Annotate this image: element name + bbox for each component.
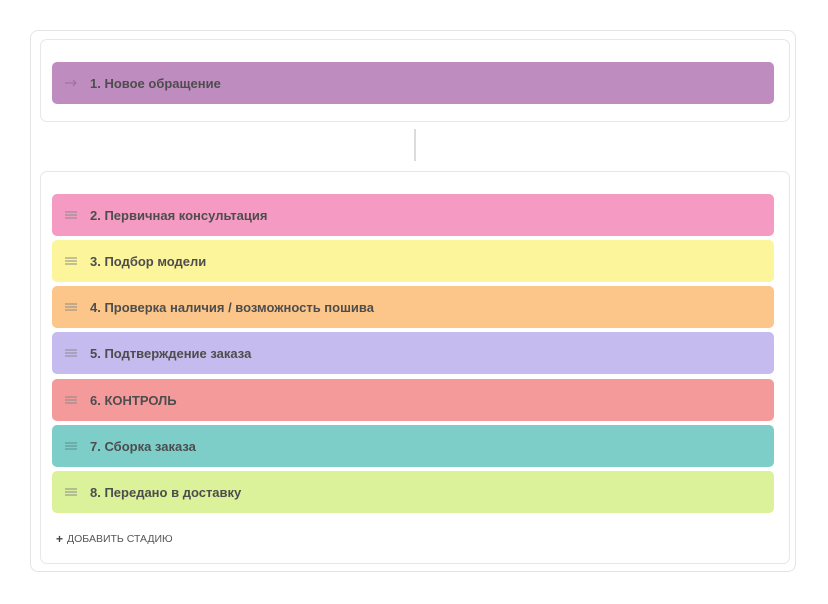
stage-control[interactable]: 6. КОНТРОЛЬ xyxy=(52,379,774,421)
stage-order-confirmation[interactable]: 5. Подтверждение заказа xyxy=(52,332,774,374)
drag-handle-icon[interactable] xyxy=(64,393,78,407)
stage-label: 5. Подтверждение заказа xyxy=(90,345,252,361)
stage-label: 4. Проверка наличия / возможность пошива xyxy=(90,299,374,315)
stage-label: 8. Передано в доставку xyxy=(90,484,242,500)
drag-handle-icon[interactable] xyxy=(64,254,78,268)
plus-icon: + xyxy=(56,532,64,546)
drag-handle-icon[interactable] xyxy=(64,439,78,453)
stage-sent-to-delivery[interactable]: 8. Передано в доставку xyxy=(52,471,774,513)
arrow-right-icon xyxy=(64,76,78,90)
stage-label: 6. КОНТРОЛЬ xyxy=(90,392,177,408)
drag-handle-icon[interactable] xyxy=(64,208,78,222)
stage-new-request[interactable]: 1. Новое обращение xyxy=(52,62,774,104)
drag-handle-icon[interactable] xyxy=(64,300,78,314)
stage-label: 7. Сборка заказа xyxy=(90,438,196,454)
stage-label: 2. Первичная консультация xyxy=(90,207,268,223)
drag-handle-icon[interactable] xyxy=(64,485,78,499)
add-stage-label: ДОБАВИТЬ СТАДИЮ xyxy=(67,533,173,545)
stage-connector-line xyxy=(414,129,416,161)
drag-handle-icon[interactable] xyxy=(64,346,78,360)
stage-label: 3. Подбор модели xyxy=(90,253,207,269)
stage-model-selection[interactable]: 3. Подбор модели xyxy=(52,240,774,282)
add-stage-button[interactable]: + ДОБАВИТЬ СТАДИЮ xyxy=(56,531,173,547)
stage-availability-check[interactable]: 4. Проверка наличия / возможность пошива xyxy=(52,286,774,328)
stage-order-assembly[interactable]: 7. Сборка заказа xyxy=(52,425,774,467)
stage-label: 1. Новое обращение xyxy=(90,75,221,91)
stage-initial-consultation[interactable]: 2. Первичная консультация xyxy=(52,194,774,236)
